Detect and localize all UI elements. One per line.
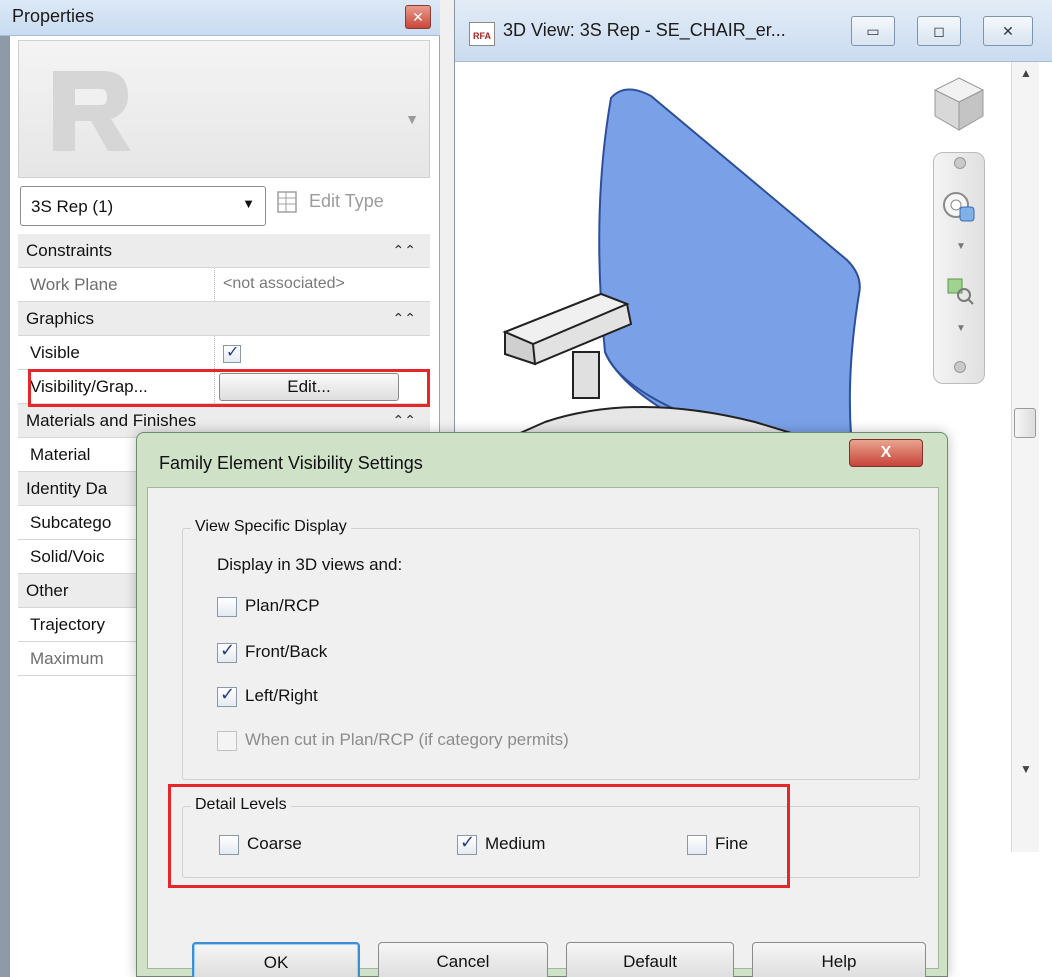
highlight-detail-levels — [168, 784, 790, 888]
type-selector-value: 3S Rep (1) — [31, 197, 114, 216]
view-title: 3D View: 3S Rep - SE_CHAIR_er... — [503, 20, 786, 40]
property-label: Solid/Voic — [30, 547, 105, 566]
property-row-work-plane[interactable]: Work Plane <not associated> — [18, 268, 430, 302]
view-titlebar[interactable]: RFA 3D View: 3S Rep - SE_CHAIR_er... ▭ ◻… — [455, 0, 1052, 62]
properties-close-button[interactable]: ✕ — [405, 5, 431, 29]
visible-checkbox[interactable]: ✓ — [223, 344, 241, 363]
property-label: Visible — [30, 343, 80, 362]
property-label: Work Plane — [30, 275, 118, 294]
edit-type-label: Edit Type — [309, 190, 384, 211]
group-label: Identity Da — [26, 479, 108, 498]
edit-type-button[interactable]: Edit Type — [276, 190, 384, 222]
group-label: Other — [26, 581, 69, 600]
minimize-button[interactable]: ▭ — [851, 16, 895, 46]
checkbox-box — [217, 731, 237, 751]
chevron-down-icon[interactable]: ▼ — [956, 323, 966, 334]
check-mark-icon: ✓ — [220, 640, 236, 660]
collapse-icon[interactable]: ⌃⌃ — [393, 242, 416, 259]
checkbox-box[interactable]: ✓ — [217, 640, 237, 663]
scroll-up-icon[interactable]: ▲ — [1020, 66, 1032, 80]
edit-type-icon — [277, 191, 297, 213]
preview-dropdown-icon[interactable]: ▼ — [405, 111, 419, 127]
group-constraints[interactable]: Constraints ⌃⌃ — [18, 234, 430, 268]
rfa-file-icon: RFA — [469, 22, 495, 46]
chevron-down-icon[interactable]: ▼ — [956, 241, 966, 252]
checkbox-label: Front/Back — [245, 642, 328, 661]
maximize-button[interactable]: ◻ — [917, 16, 961, 46]
arm-support — [572, 351, 600, 399]
group-label: Constraints — [26, 241, 112, 260]
property-label: Maximum — [30, 649, 104, 668]
dialog-title: Family Element Visibility Settings — [159, 453, 423, 473]
property-row-visible[interactable]: Visible ✓ — [18, 336, 621, 370]
view-specific-display-group: View Specific Display Display in 3D view… — [182, 518, 920, 780]
collapse-icon[interactable]: ⌃⌃ — [393, 310, 416, 327]
group-legend: View Specific Display — [191, 518, 351, 536]
close-view-button[interactable]: ✕ — [983, 16, 1033, 46]
display-in-label: Display in 3D views and: — [217, 555, 403, 574]
help-button[interactable]: Help — [752, 942, 926, 977]
property-value: <not associated> — [214, 268, 430, 301]
group-label: Materials and Finishes — [26, 411, 197, 430]
property-label: Subcatego — [30, 513, 112, 532]
family-element-visibility-dialog: Family Element Visibility Settings X Vie… — [136, 432, 948, 977]
properties-titlebar[interactable]: Properties ✕ — [0, 0, 440, 36]
collapse-icon[interactable]: ⌃⌃ — [393, 412, 416, 429]
navbar-close-icon[interactable] — [954, 157, 966, 169]
chevron-down-icon: ▼ — [242, 196, 255, 211]
vertical-scrollbar[interactable]: ▲ ▼ — [1011, 62, 1039, 852]
checkbox-label: When cut in Plan/RCP (if category permit… — [245, 730, 569, 749]
checkbox-label: Left/Right — [245, 686, 318, 705]
property-value: ✓ — [214, 336, 621, 369]
check-mark-icon: ✓ — [226, 344, 240, 361]
ok-button[interactable]: OK — [192, 942, 360, 977]
check-mark-icon: ✓ — [220, 684, 236, 704]
properties-title: Properties — [12, 6, 95, 26]
work-plane-value: <not associated> — [223, 275, 345, 292]
revit-workspace: Properties ✕ ▼ 3S Rep (1) ▼ Edit Type Co… — [0, 0, 1052, 977]
type-selector-dropdown[interactable]: 3S Rep (1) ▼ — [20, 186, 266, 226]
default-button[interactable]: Default — [566, 942, 734, 977]
steering-wheel-icon[interactable] — [942, 189, 978, 225]
palette-dock-edge — [0, 0, 10, 977]
navbar-options-icon[interactable] — [954, 361, 966, 373]
scroll-down-icon[interactable]: ▼ — [1020, 762, 1032, 776]
scrollbar-thumb[interactable] — [1014, 408, 1036, 438]
highlight-visibility-row — [28, 369, 430, 407]
zoom-icon[interactable] — [946, 277, 974, 305]
property-label: Trajectory — [30, 615, 105, 634]
checkbox-box[interactable]: ✓ — [217, 684, 237, 707]
dialog-body: View Specific Display Display in 3D view… — [147, 487, 939, 977]
group-label: Graphics — [26, 309, 95, 328]
revit-logo-icon — [53, 71, 131, 151]
property-label: Material — [30, 445, 91, 464]
group-graphics[interactable]: Graphics ⌃⌃ — [18, 302, 430, 336]
dialog-close-button[interactable]: X — [849, 439, 923, 467]
viewcube-icon[interactable] — [929, 74, 989, 134]
cancel-button[interactable]: Cancel — [378, 942, 548, 977]
checkbox-label: Plan/RCP — [245, 596, 320, 615]
type-preview-image[interactable]: ▼ — [18, 40, 430, 178]
navigation-bar: ▼ ▼ — [933, 152, 985, 384]
checkbox-box[interactable] — [217, 597, 237, 617]
